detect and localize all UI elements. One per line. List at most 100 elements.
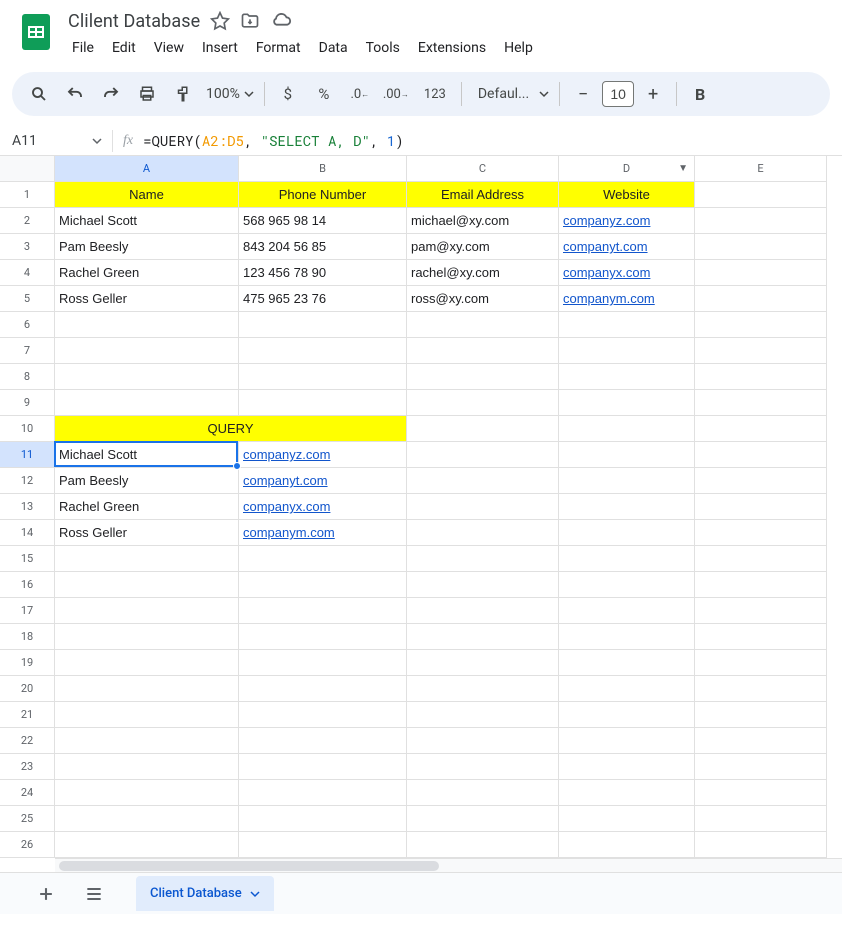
cell[interactable]: [559, 494, 695, 520]
cell[interactable]: [559, 702, 695, 728]
cell[interactable]: [559, 468, 695, 494]
cell[interactable]: [407, 572, 559, 598]
cell[interactable]: [55, 702, 239, 728]
menu-extensions[interactable]: Extensions: [410, 36, 494, 60]
row-header-11[interactable]: 11: [0, 442, 55, 468]
cell[interactable]: [407, 338, 559, 364]
row-header-23[interactable]: 23: [0, 754, 55, 780]
cell[interactable]: [695, 546, 827, 572]
cell[interactable]: [407, 364, 559, 390]
cell-name[interactable]: Michael Scott: [55, 208, 239, 234]
cell[interactable]: [559, 832, 695, 858]
cell[interactable]: [55, 572, 239, 598]
cell[interactable]: [55, 312, 239, 338]
row-header-24[interactable]: 24: [0, 780, 55, 806]
chevron-down-icon[interactable]: ▼: [678, 163, 688, 174]
cell[interactable]: [239, 624, 407, 650]
cell[interactable]: [695, 806, 827, 832]
cell-phone[interactable]: 568 965 98 14: [239, 208, 407, 234]
cell[interactable]: [407, 494, 559, 520]
cell[interactable]: [559, 364, 695, 390]
cell[interactable]: [695, 416, 827, 442]
cell-website[interactable]: companym.com: [559, 286, 695, 312]
cell[interactable]: [55, 676, 239, 702]
cell-phone[interactable]: 843 204 56 85: [239, 234, 407, 260]
cell[interactable]: [239, 676, 407, 702]
header-email[interactable]: Email Address: [407, 182, 559, 208]
cell-email[interactable]: rachel@xy.com: [407, 260, 559, 286]
menu-tools[interactable]: Tools: [358, 36, 408, 60]
bold-button[interactable]: B: [683, 78, 717, 110]
cell[interactable]: [695, 286, 827, 312]
cell[interactable]: [407, 754, 559, 780]
cell[interactable]: [695, 312, 827, 338]
row-header-8[interactable]: 8: [0, 364, 55, 390]
cell[interactable]: [559, 754, 695, 780]
cell[interactable]: [695, 234, 827, 260]
decrease-decimal-icon[interactable]: .0←: [343, 78, 377, 110]
row-header-25[interactable]: 25: [0, 806, 55, 832]
cell-name[interactable]: Rachel Green: [55, 260, 239, 286]
header-website[interactable]: Website: [559, 182, 695, 208]
cell[interactable]: [55, 546, 239, 572]
cell[interactable]: [695, 832, 827, 858]
cell[interactable]: [559, 676, 695, 702]
column-header-b[interactable]: B: [239, 156, 407, 182]
query-website[interactable]: companyx.com: [239, 494, 407, 520]
cell[interactable]: [55, 390, 239, 416]
cell[interactable]: [559, 416, 695, 442]
row-header-13[interactable]: 13: [0, 494, 55, 520]
currency-format-button[interactable]: $: [271, 78, 305, 110]
percent-format-button[interactable]: %: [307, 78, 341, 110]
cell[interactable]: [559, 806, 695, 832]
query-name[interactable]: Ross Geller: [55, 520, 239, 546]
cell[interactable]: [559, 442, 695, 468]
cell[interactable]: [407, 832, 559, 858]
cell[interactable]: [559, 650, 695, 676]
cell[interactable]: [407, 312, 559, 338]
print-icon[interactable]: [130, 78, 164, 110]
column-header-e[interactable]: E: [695, 156, 827, 182]
cell[interactable]: [559, 780, 695, 806]
cell-website[interactable]: companyz.com: [559, 208, 695, 234]
cell[interactable]: [55, 754, 239, 780]
decrease-fontsize-button[interactable]: −: [566, 78, 600, 110]
cell[interactable]: [559, 312, 695, 338]
cell-email[interactable]: ross@xy.com: [407, 286, 559, 312]
cell[interactable]: [407, 702, 559, 728]
cell[interactable]: [695, 728, 827, 754]
cell[interactable]: [239, 780, 407, 806]
query-website[interactable]: companyz.com: [239, 442, 407, 468]
column-header-a[interactable]: A: [55, 156, 239, 182]
cell[interactable]: [695, 572, 827, 598]
cell-email[interactable]: michael@xy.com: [407, 208, 559, 234]
column-header-c[interactable]: C: [407, 156, 559, 182]
row-header-12[interactable]: 12: [0, 468, 55, 494]
cell[interactable]: [695, 182, 827, 208]
formula-bar[interactable]: =QUERY(A2:D5, "SELECT A, D", 1): [143, 131, 842, 150]
fontsize-input[interactable]: [602, 81, 634, 107]
cell[interactable]: [695, 650, 827, 676]
query-name[interactable]: Michael Scott: [55, 442, 239, 468]
menu-format[interactable]: Format: [248, 36, 309, 60]
document-title[interactable]: Clilent Database: [68, 11, 200, 32]
increase-fontsize-button[interactable]: +: [636, 78, 670, 110]
move-icon[interactable]: [240, 11, 260, 31]
row-header-6[interactable]: 6: [0, 312, 55, 338]
cell[interactable]: [559, 546, 695, 572]
cell[interactable]: [695, 208, 827, 234]
cell[interactable]: [695, 676, 827, 702]
cell[interactable]: [695, 442, 827, 468]
query-name[interactable]: Pam Beesly: [55, 468, 239, 494]
cell[interactable]: [55, 364, 239, 390]
more-formats-button[interactable]: 123: [415, 78, 455, 110]
cloud-status-icon[interactable]: [270, 10, 292, 32]
menu-view[interactable]: View: [146, 36, 192, 60]
row-header-4[interactable]: 4: [0, 260, 55, 286]
cell[interactable]: [239, 572, 407, 598]
cell[interactable]: [695, 624, 827, 650]
cell[interactable]: [239, 728, 407, 754]
query-header[interactable]: QUERY: [55, 416, 407, 442]
row-header-18[interactable]: 18: [0, 624, 55, 650]
cell[interactable]: [239, 702, 407, 728]
